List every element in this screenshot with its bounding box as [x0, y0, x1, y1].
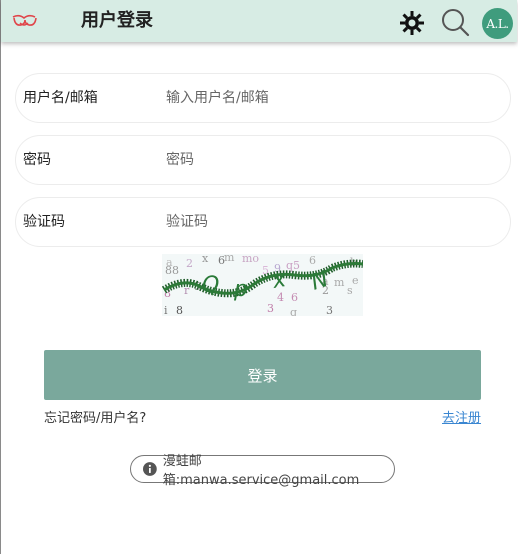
svg-text:8: 8 [176, 304, 183, 316]
forgot-password-link[interactable]: 忘记密码/用户名? [44, 410, 146, 428]
svg-text:p: p [233, 277, 248, 302]
svg-text:g: g [290, 306, 297, 316]
login-page: 用户登录 A.L. 用户名/邮箱 密码 [0, 0, 517, 554]
username-label: 用户名/邮箱 [23, 90, 98, 106]
svg-text:i: i [164, 304, 168, 316]
svg-text:m: m [334, 276, 345, 289]
svg-text:6: 6 [309, 254, 316, 267]
password-label: 密码 [23, 152, 51, 168]
svg-text:e: e [352, 274, 359, 287]
captcha-row: 验证码 [15, 197, 511, 247]
svg-text:3: 3 [326, 304, 333, 316]
username-row: 用户名/邮箱 [15, 73, 511, 123]
username-input[interactable] [166, 84, 486, 112]
svg-text:x: x [202, 254, 209, 265]
gear-icon[interactable] [399, 10, 425, 36]
contact-email-badge: 漫蛙邮箱:manwa.service@gmail.com [130, 454, 395, 488]
captcha-label: 验证码 [23, 214, 65, 230]
manwa-logo-icon[interactable] [11, 12, 41, 32]
info-icon [143, 462, 157, 476]
svg-text:88: 88 [165, 264, 179, 277]
svg-text:3: 3 [267, 302, 274, 315]
login-button[interactable]: 登录 [44, 350, 481, 400]
svg-text:m: m [224, 254, 235, 264]
svg-text:6: 6 [291, 291, 298, 304]
svg-text:2: 2 [186, 257, 193, 270]
password-input[interactable] [166, 146, 486, 174]
svg-text:mo: mo [242, 254, 259, 265]
password-row: 密码 [15, 135, 511, 185]
svg-text:q5: q5 [286, 259, 300, 272]
avatar[interactable]: A.L. [482, 8, 513, 39]
app-header: 用户登录 A.L. [1, 0, 517, 42]
contact-email-text: 漫蛙邮箱:manwa.service@gmail.com [162, 454, 360, 488]
page-title: 用户登录 [81, 10, 153, 31]
svg-text:Q: Q [202, 273, 219, 298]
captcha-image[interactable]: a 88 2 x 6 m mo 5 9 q5 6 r 5 8 4 6 3 a m… [162, 254, 363, 316]
register-link[interactable]: 去注册 [442, 410, 481, 428]
captcha-input[interactable] [166, 208, 486, 236]
search-icon[interactable] [440, 7, 470, 37]
